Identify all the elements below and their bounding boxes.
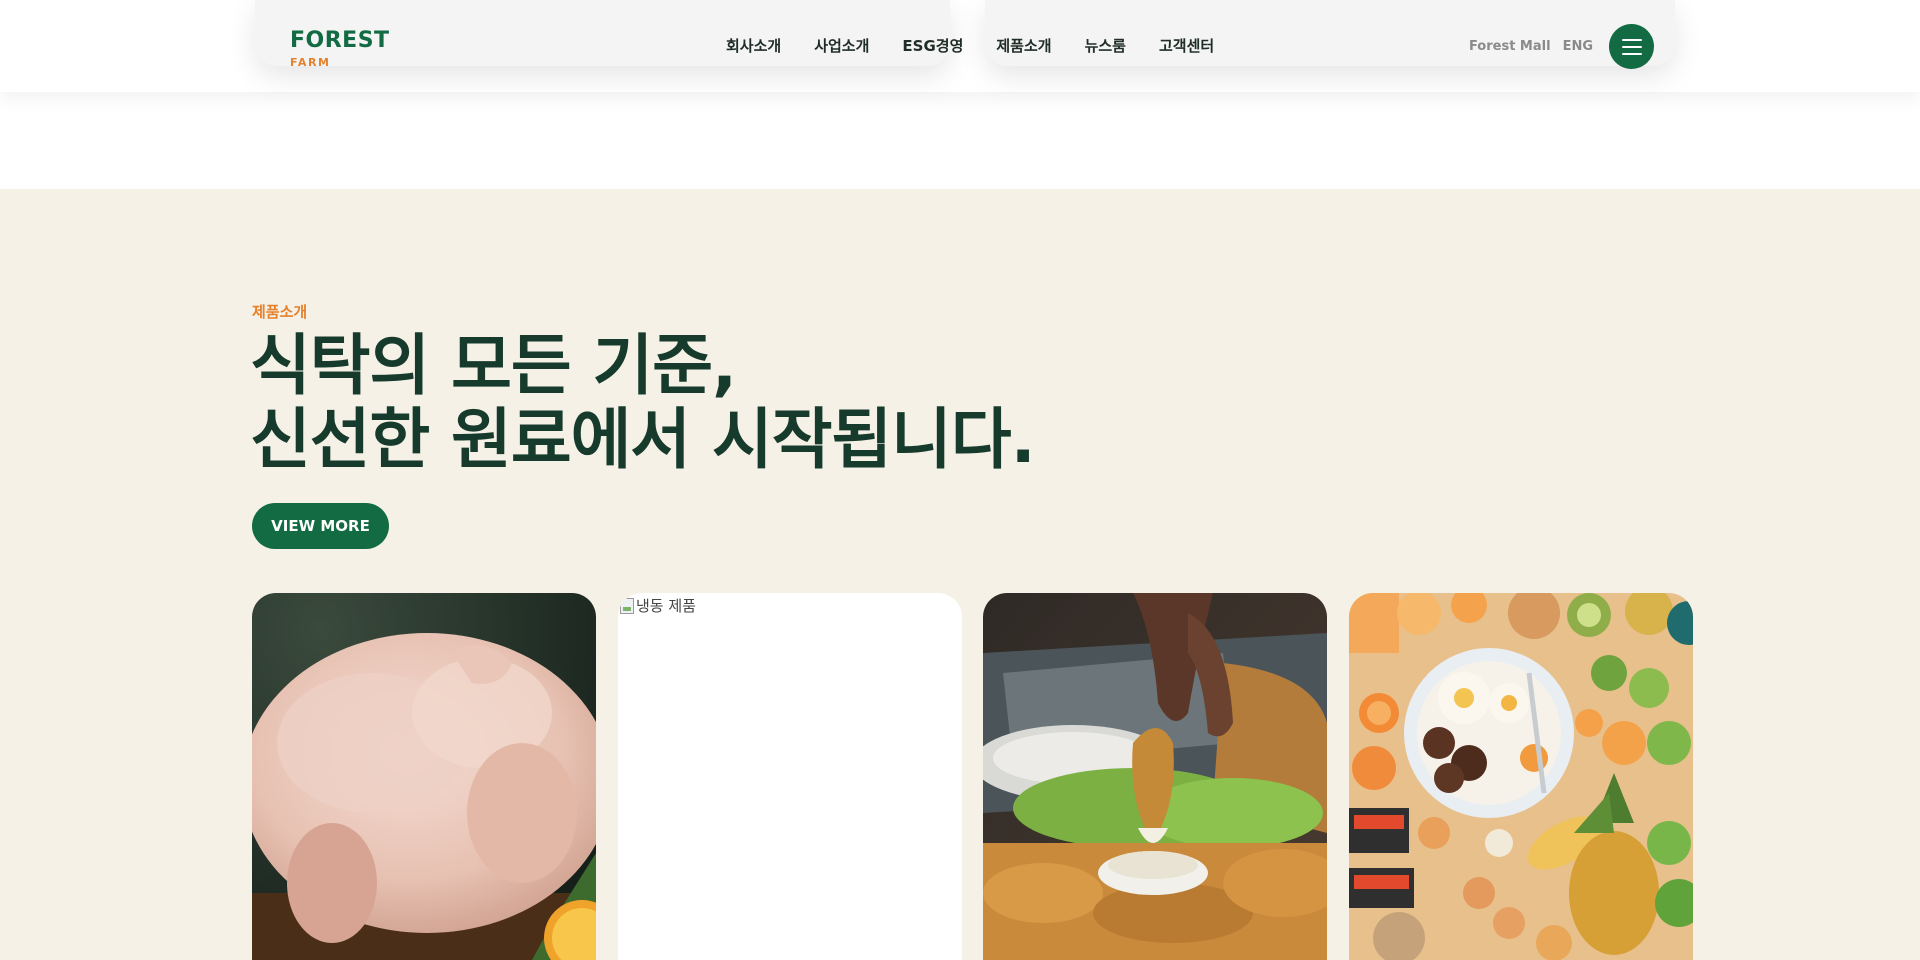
- logo-subtext: FARM: [290, 56, 331, 69]
- headline-line-1: 식탁의 모든 기준,: [250, 327, 737, 404]
- nav-item-newsroom[interactable]: 뉴스룸: [1085, 36, 1126, 56]
- forest-farm-logo[interactable]: FOREST FARM: [290, 28, 390, 70]
- nav-item-products[interactable]: 제품소개: [996, 36, 1051, 56]
- fried-chicken-dip-image: [983, 593, 1327, 960]
- logo-wordmark: FOREST: [290, 28, 390, 53]
- product-card-frozen[interactable]: 냉동 제품: [618, 593, 962, 960]
- broken-image-icon: [620, 597, 634, 614]
- food-spread-image: [1349, 593, 1693, 960]
- site-header: FOREST FARM 회사소개 사업소개 ESG경영 제품소개 뉴스룸 고객센…: [0, 0, 1920, 92]
- nav-item-business[interactable]: 사업소개: [814, 36, 869, 56]
- header-utility: Forest Mall ENG: [1469, 24, 1654, 69]
- product-card-processed[interactable]: [983, 593, 1327, 960]
- top-spacer: [0, 92, 1920, 189]
- hamburger-menu-icon: [1621, 38, 1642, 41]
- nav-item-esg[interactable]: ESG경영: [902, 36, 963, 56]
- product-cards: 냉동 제품: [252, 593, 1693, 960]
- language-eng-link[interactable]: ENG: [1563, 39, 1593, 54]
- products-section: 제품소개 식탁의 모든 기준, 신선한 원료에서 시작됩니다. VIEW MOR…: [0, 189, 1920, 960]
- image-alt-text: 냉동 제품: [636, 597, 696, 615]
- main-nav: 회사소개 사업소개 ESG경영 제품소개 뉴스룸 고객센터: [726, 36, 1214, 56]
- section-headline: 식탁의 모든 기준, 신선한 원료에서 시작됩니다.: [250, 327, 1036, 478]
- forest-mall-link[interactable]: Forest Mall: [1469, 39, 1551, 54]
- product-card-fresh[interactable]: [252, 593, 596, 960]
- raw-chicken-image: [252, 593, 596, 960]
- hamburger-menu-button[interactable]: [1609, 24, 1654, 69]
- view-more-button[interactable]: VIEW MORE: [252, 503, 389, 549]
- headline-line-2: 신선한 원료에서 시작됩니다.: [250, 401, 1036, 478]
- nav-item-support[interactable]: 고객센터: [1159, 36, 1214, 56]
- product-card-general[interactable]: [1349, 593, 1693, 960]
- section-eyebrow: 제품소개: [252, 303, 308, 321]
- broken-image-placeholder: 냉동 제품: [620, 595, 696, 616]
- nav-item-company[interactable]: 회사소개: [726, 36, 781, 56]
